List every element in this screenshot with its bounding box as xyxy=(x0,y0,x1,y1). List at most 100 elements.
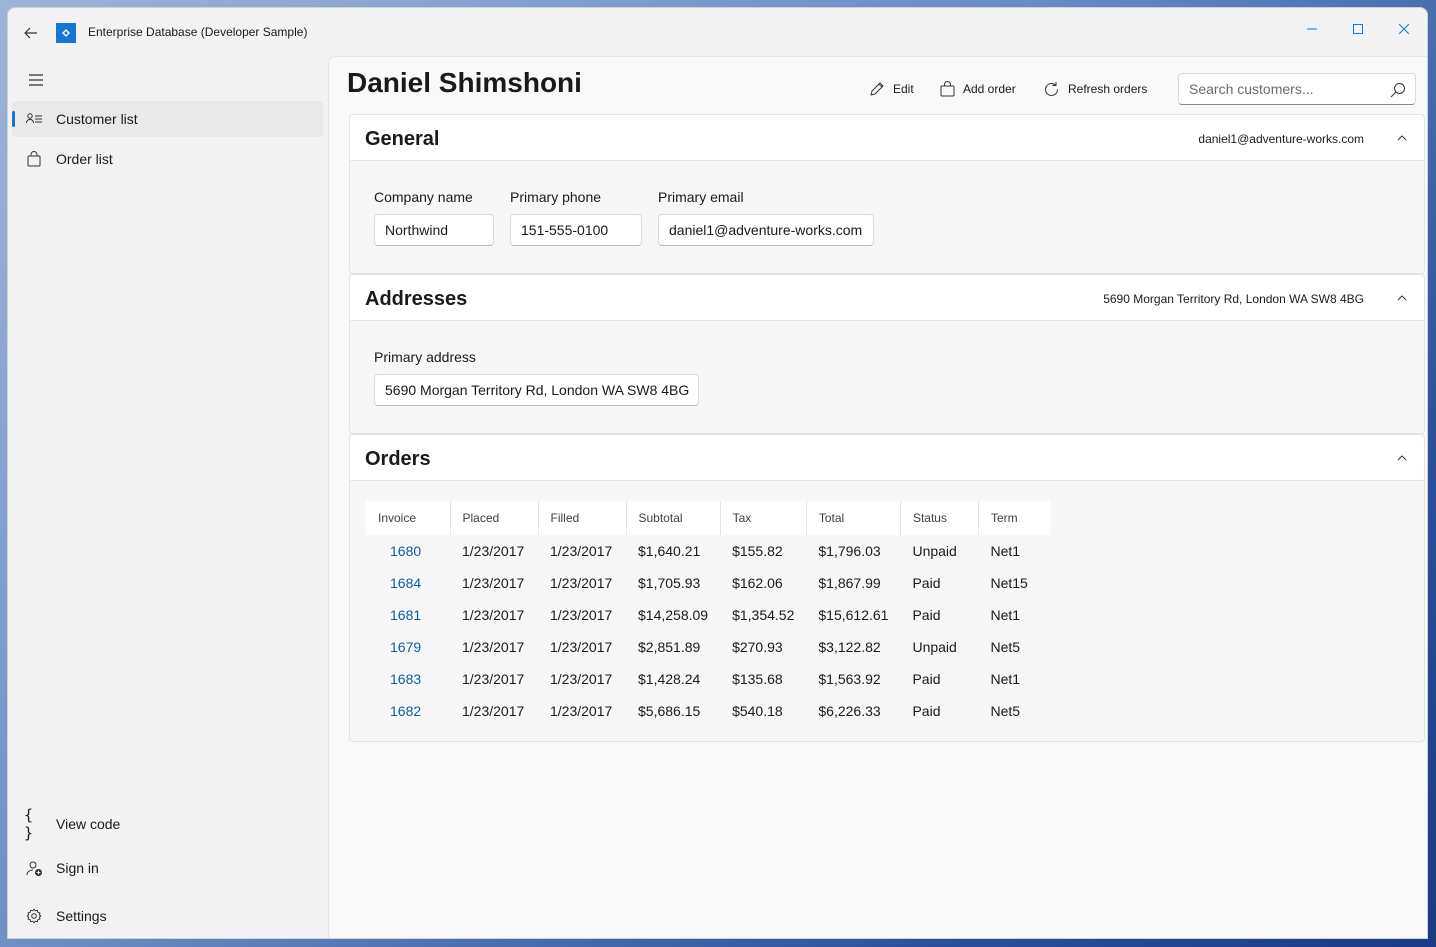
cell-invoice[interactable]: 1679 xyxy=(366,631,450,663)
edit-label: Edit xyxy=(893,82,914,96)
arrow-left-icon xyxy=(24,27,37,39)
shopping-bag-icon xyxy=(940,81,955,97)
menu-toggle-button[interactable] xyxy=(24,68,48,92)
cell-total: $6,226.33 xyxy=(818,703,881,719)
cell-subtotal: $1,428.24 xyxy=(638,671,701,687)
cell-term: Net1 xyxy=(990,543,1021,559)
primary-email-field[interactable]: daniel1@adventure-works.com xyxy=(658,214,874,246)
cell-status: Unpaid xyxy=(912,639,957,655)
section-summary: 5690 Morgan Territory Rd, London WA SW8 … xyxy=(1103,292,1364,306)
shopping-bag-icon xyxy=(24,149,44,169)
cell-term: Net1 xyxy=(990,671,1021,687)
person-add-icon xyxy=(24,858,44,878)
chevron-up-icon[interactable] xyxy=(1394,130,1410,146)
gear-icon xyxy=(24,906,44,926)
column-header-total[interactable]: Total xyxy=(806,501,901,535)
primary-address-field[interactable]: 5690 Morgan Territory Rd, London WA SW8 … xyxy=(374,374,699,406)
search-input[interactable] xyxy=(1179,74,1379,104)
nav-item-customer-list[interactable]: Customer list xyxy=(12,101,323,137)
section-title: General xyxy=(365,128,440,150)
back-button[interactable] xyxy=(20,22,42,44)
cell-total: $3,122.82 xyxy=(818,639,881,655)
cell-placed: 1/23/2017 xyxy=(462,639,525,655)
refresh-orders-label: Refresh orders xyxy=(1068,82,1148,96)
cell-subtotal: $1,640.21 xyxy=(638,543,701,559)
cell-term: Net5 xyxy=(990,639,1021,655)
cell-filled: 1/23/2017 xyxy=(550,543,613,559)
add-order-label: Add order xyxy=(963,82,1016,96)
chevron-up-icon[interactable] xyxy=(1394,290,1410,306)
add-order-button[interactable]: Add order xyxy=(940,73,1016,105)
company-name-field[interactable]: Northwind xyxy=(374,214,494,246)
table-row[interactable]: 1682 1/23/2017 1/23/2017 $5,686.15 $540.18 $6… xyxy=(366,695,1050,727)
cell-invoice[interactable]: 1682 xyxy=(366,695,450,727)
braces-icon: { } xyxy=(24,806,34,842)
cell-tax: $1,354.52 xyxy=(732,607,795,623)
column-header-invoice[interactable]: Invoice xyxy=(366,501,451,535)
section-title: Orders xyxy=(365,448,431,470)
primary-phone-label: Primary phone xyxy=(510,189,602,205)
column-header-status[interactable]: Status xyxy=(900,501,979,535)
cell-tax: $155.82 xyxy=(732,543,783,559)
table-row[interactable]: 1681 1/23/2017 1/23/2017 $14,258.09 $1,354.5… xyxy=(366,599,1050,631)
general-panel-header[interactable]: General daniel1@adventure-works.com xyxy=(350,115,1424,161)
cell-subtotal: $1,705.93 xyxy=(638,575,701,591)
minimize-icon xyxy=(1307,28,1317,30)
cell-invoice[interactable]: 1681 xyxy=(366,599,450,631)
cell-filled: 1/23/2017 xyxy=(550,575,613,591)
cell-invoice[interactable]: 1683 xyxy=(366,663,450,695)
cell-placed: 1/23/2017 xyxy=(462,575,525,591)
cell-status: Paid xyxy=(912,703,941,719)
cell-term: Net5 xyxy=(990,703,1021,719)
general-panel: General daniel1@adventure-works.com Comp… xyxy=(349,114,1425,274)
column-header-placed[interactable]: Placed xyxy=(450,501,539,535)
refresh-orders-button[interactable]: Refresh orders xyxy=(1043,73,1147,105)
primary-phone-field[interactable]: 151-555-0100 xyxy=(510,214,642,246)
close-icon xyxy=(1399,24,1409,34)
column-header-subtotal[interactable]: Subtotal xyxy=(626,501,721,535)
table-row[interactable]: 1684 1/23/2017 1/23/2017 $1,705.93 $162.06 $1… xyxy=(366,567,1050,599)
table-row[interactable]: 1679 1/23/2017 1/23/2017 $2,851.89 $270.93 $3… xyxy=(366,631,1050,663)
maximize-icon xyxy=(1353,24,1363,34)
cell-invoice[interactable]: 1684 xyxy=(366,567,450,599)
cell-subtotal: $2,851.89 xyxy=(638,639,701,655)
cell-term: Net1 xyxy=(990,607,1021,623)
nav-item-label: Order list xyxy=(56,151,113,167)
cell-tax: $162.06 xyxy=(732,575,783,591)
orders-panel-header[interactable]: Orders xyxy=(350,435,1424,481)
cell-tax: $270.93 xyxy=(732,639,783,655)
cell-status: Unpaid xyxy=(912,543,957,559)
cell-status: Paid xyxy=(912,607,941,623)
column-header-filled[interactable]: Filled xyxy=(538,501,627,535)
cell-filled: 1/23/2017 xyxy=(550,703,613,719)
cell-total: $1,563.92 xyxy=(818,671,881,687)
column-header-tax[interactable]: Tax xyxy=(720,501,807,535)
table-row[interactable]: 1683 1/23/2017 1/23/2017 $1,428.24 $135.68 $1… xyxy=(366,663,1050,695)
orders-header-row: Invoice Placed Filled Subtotal Tax Total… xyxy=(366,501,1051,535)
cell-status: Paid xyxy=(912,671,941,687)
section-title: Addresses xyxy=(365,288,468,310)
column-header-term[interactable]: Term xyxy=(978,501,1051,535)
cell-filled: 1/23/2017 xyxy=(550,607,613,623)
nav-item-label: Sign in xyxy=(56,860,99,876)
search-icon[interactable] xyxy=(1389,81,1407,99)
chevron-up-icon[interactable] xyxy=(1394,450,1410,466)
minimize-button[interactable] xyxy=(1289,14,1335,44)
cell-tax: $540.18 xyxy=(732,703,783,719)
maximize-button[interactable] xyxy=(1335,14,1381,44)
search-box xyxy=(1178,73,1416,105)
page-title: Daniel Shimshoni xyxy=(347,67,582,98)
addresses-panel-header[interactable]: Addresses 5690 Morgan Territory Rd, Lond… xyxy=(350,275,1424,321)
company-name-label: Company name xyxy=(374,189,473,205)
edit-button[interactable]: Edit xyxy=(869,73,914,105)
nav-item-settings[interactable]: Settings xyxy=(12,896,323,936)
close-button[interactable] xyxy=(1381,14,1427,44)
primary-address-label: Primary address xyxy=(374,349,476,365)
cell-filled: 1/23/2017 xyxy=(550,639,613,655)
primary-email-label: Primary email xyxy=(658,189,744,205)
nav-item-view-code[interactable]: { } View code xyxy=(12,804,323,844)
cell-invoice[interactable]: 1680 xyxy=(366,535,450,567)
nav-item-order-list[interactable]: Order list xyxy=(12,141,323,177)
nav-item-sign-in[interactable]: Sign in xyxy=(12,848,323,888)
table-row[interactable]: 1680 1/23/2017 1/23/2017 $1,640.21 $155.82 $1… xyxy=(366,535,1050,567)
